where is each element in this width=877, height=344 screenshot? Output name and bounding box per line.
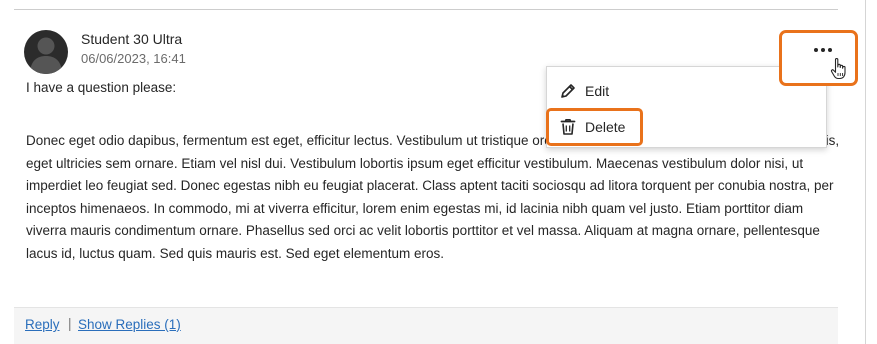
more-options-button[interactable]	[779, 30, 858, 86]
show-replies-link[interactable]: Show Replies (1)	[78, 317, 181, 332]
hand-pointer-icon	[830, 57, 846, 80]
user-silhouette-icon	[30, 37, 62, 74]
post-timestamp: 06/06/2023, 16:41	[81, 51, 186, 66]
reply-link[interactable]: Reply	[25, 317, 60, 332]
more-dots-icon	[814, 48, 832, 52]
right-divider	[865, 0, 866, 344]
top-divider	[14, 9, 838, 10]
menu-label-edit: Edit	[585, 83, 610, 99]
avatar	[24, 30, 68, 74]
post-question: I have a question please:	[26, 80, 177, 95]
pencil-icon	[561, 84, 575, 98]
menu-label-delete: Delete	[585, 119, 626, 135]
trash-icon	[560, 119, 576, 135]
menu-item-delete[interactable]: Delete	[546, 108, 826, 146]
post-footer: Reply | Show Replies (1)	[14, 307, 838, 344]
footer-separator: |	[68, 316, 72, 331]
author-name: Student 30 Ultra	[81, 31, 183, 47]
post-body: Donec eget odio dapibus, fermentum est e…	[26, 133, 840, 261]
